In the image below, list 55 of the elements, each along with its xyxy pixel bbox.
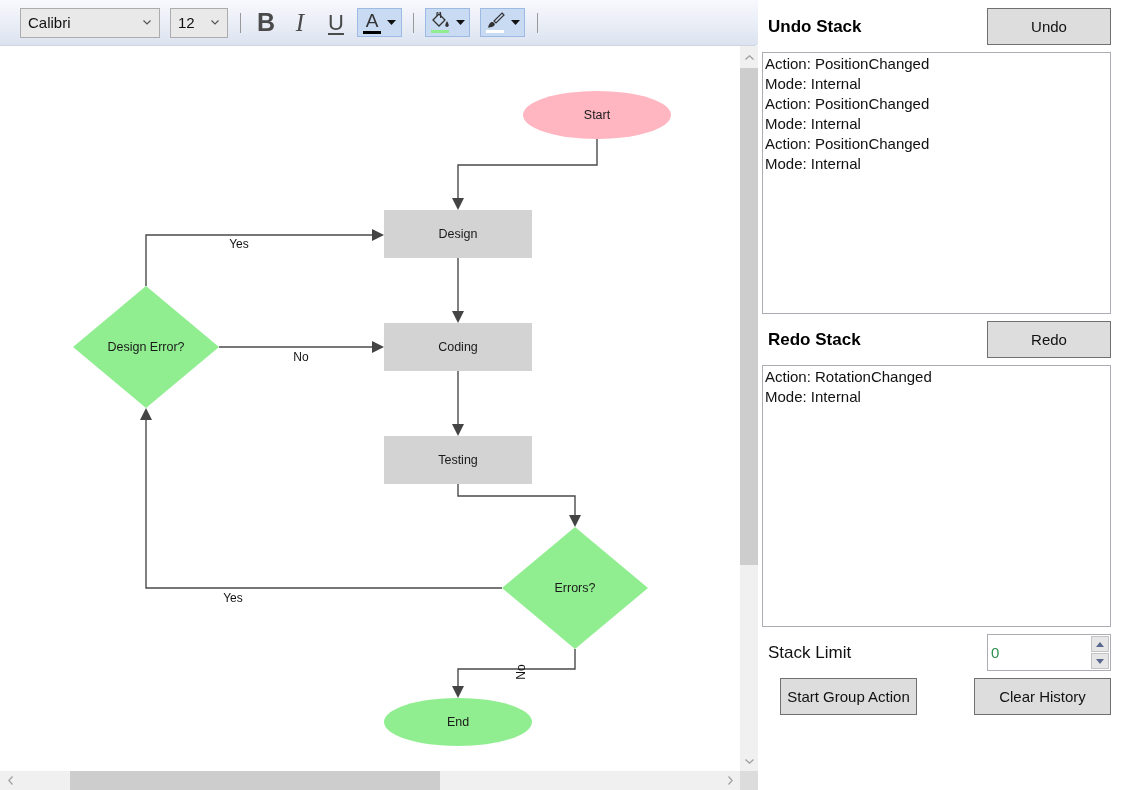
node-label: Errors? xyxy=(554,581,596,595)
node-label: Start xyxy=(583,108,611,122)
connector-arrow xyxy=(452,257,464,323)
italic-button[interactable]: I xyxy=(286,8,314,37)
node-label: Testing xyxy=(438,453,478,467)
connector-label: Yes xyxy=(229,237,249,251)
horizontal-scrollbar[interactable] xyxy=(0,771,740,790)
font-color-button[interactable]: A xyxy=(357,8,402,37)
scroll-right-icon[interactable] xyxy=(727,776,733,785)
connector-label: No xyxy=(293,350,309,364)
connector-label: Yes xyxy=(223,591,243,605)
field-label: Stack Limit xyxy=(767,642,852,663)
font-family-combobox[interactable]: Calibri xyxy=(20,7,160,38)
list-item[interactable]: Mode: Internal xyxy=(765,387,861,407)
spin-down-button[interactable] xyxy=(1091,653,1109,669)
node-label: Design Error? xyxy=(107,340,185,354)
spin-up-button[interactable] xyxy=(1091,636,1109,652)
scrollbar-thumb[interactable] xyxy=(740,68,758,565)
undo-button[interactable]: Undo xyxy=(987,8,1111,45)
fill-color-button[interactable] xyxy=(425,8,470,37)
node-label: End xyxy=(446,715,470,729)
node-label: Coding xyxy=(438,340,478,354)
vertical-scrollbar[interactable] xyxy=(740,46,758,771)
scroll-left-icon[interactable] xyxy=(7,776,13,785)
chevron-down-icon xyxy=(143,20,151,25)
dropdown-triangle-icon xyxy=(455,20,465,25)
connector-label: No xyxy=(514,664,528,680)
panel-title: Redo Stack xyxy=(767,329,861,350)
scroll-down-icon[interactable] xyxy=(744,758,754,764)
down-triangle-icon xyxy=(1096,658,1104,664)
list-item[interactable]: Mode: Internal xyxy=(765,114,861,134)
underline-button[interactable]: U xyxy=(322,8,350,37)
node-label: Design xyxy=(438,227,478,241)
start-group-action-button[interactable]: Start Group Action xyxy=(780,678,917,715)
paint-bucket-icon xyxy=(430,12,450,29)
list-item[interactable]: Action: PositionChanged xyxy=(765,134,930,154)
up-triangle-icon xyxy=(1096,641,1104,647)
dropdown-triangle-icon xyxy=(510,20,520,25)
dropdown-triangle-icon xyxy=(387,20,396,25)
scrollbar-thumb[interactable] xyxy=(70,771,440,790)
scroll-up-icon[interactable] xyxy=(744,54,754,60)
paintbrush-icon xyxy=(485,12,505,29)
stroke-color-button[interactable] xyxy=(480,8,525,37)
list-item[interactable]: Action: RotationChanged xyxy=(765,367,932,387)
panel-title: Undo Stack xyxy=(767,16,862,37)
list-item[interactable]: Mode: Internal xyxy=(765,154,861,174)
bold-button[interactable]: B xyxy=(252,8,280,37)
font-size-combobox[interactable]: 12 xyxy=(170,7,228,38)
redo-button[interactable]: Redo xyxy=(987,321,1111,358)
list-item[interactable]: Mode: Internal xyxy=(765,74,861,94)
clear-history-button[interactable]: Clear History xyxy=(974,678,1111,715)
list-item[interactable]: Action: PositionChanged xyxy=(765,94,930,114)
chevron-down-icon xyxy=(211,20,219,25)
list-item[interactable]: Action: PositionChanged xyxy=(765,54,930,74)
scrollbar-corner xyxy=(740,771,758,790)
